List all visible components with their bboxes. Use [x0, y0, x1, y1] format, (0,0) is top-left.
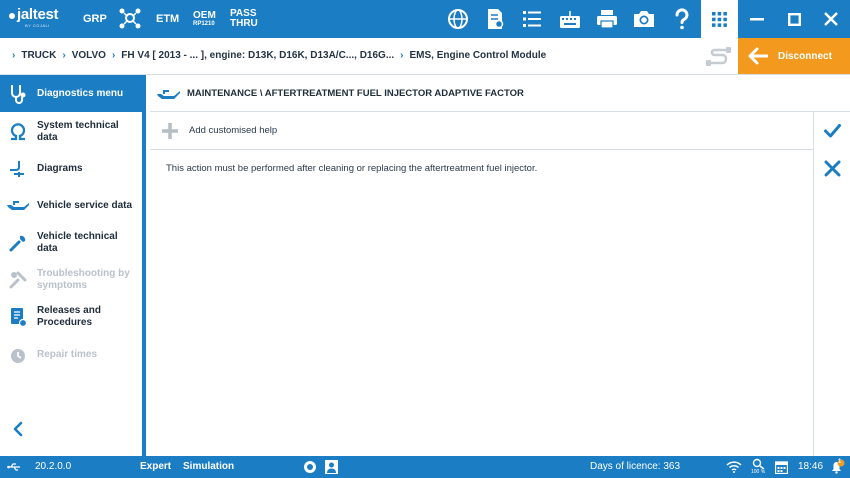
action-column [813, 112, 850, 456]
add-help-label: Add customised help [189, 125, 278, 136]
apps-grid-button[interactable] [701, 0, 738, 38]
cancel-close-icon[interactable] [824, 160, 841, 177]
support-icon[interactable] [303, 460, 317, 474]
status-bar: 20.2.0.0 Expert Simulation Days of licen… [0, 456, 850, 478]
printer-icon[interactable] [595, 7, 619, 31]
version-label: 20.2.0.0 [35, 461, 72, 472]
minimize-button[interactable] [738, 0, 775, 38]
pass-thru-button[interactable]: PASS THRU [230, 0, 258, 38]
disconnect-label: Disconnect [778, 50, 832, 62]
sidebar-item-repair-times: Repair times [0, 349, 142, 365]
sidebar-item-label: Repair times [37, 349, 98, 360]
network-icon[interactable] [118, 6, 142, 30]
camera-icon[interactable] [632, 7, 656, 31]
diagram-icon [10, 161, 24, 177]
procedures-icon [11, 308, 28, 327]
keyboard-icon[interactable] [558, 7, 582, 31]
clock-time: 18:46 [798, 461, 824, 472]
zoom-icon[interactable] [752, 458, 766, 469]
logo-text: jaltest [17, 6, 59, 23]
maximize-icon [788, 13, 801, 26]
oil-can-icon [157, 90, 180, 99]
sidebar-item-troubleshooting: Troubleshooting by symptoms [0, 268, 142, 294]
breadcrumb: › TRUCK › VOLVO › FH V4 [ 2013 - ... ], … [12, 50, 547, 61]
wifi-icon [726, 461, 742, 473]
tools-icon [9, 271, 27, 289]
chevron-left-icon[interactable] [10, 421, 26, 437]
app-logo: jaltest BY COJALI [8, 6, 59, 28]
document-search-icon[interactable] [483, 7, 507, 31]
simulation-label: Simulation [183, 461, 235, 472]
add-customised-help-row[interactable]: Add customised help [150, 112, 813, 150]
breadcrumb-item-model[interactable]: FH V4 [ 2013 - ... ], engine: D13K, D16K… [121, 50, 394, 61]
disconnect-button[interactable]: Disconnect [738, 38, 850, 74]
calendar-icon[interactable] [775, 460, 788, 474]
wrench-icon [9, 235, 26, 252]
sidebar-header-label: Diagnostics menu [37, 88, 124, 99]
omega-icon [10, 123, 26, 141]
diagnostics-menu-icon [11, 85, 26, 104]
sidebar-item-vehicle-service-data[interactable]: Vehicle service data [0, 200, 142, 216]
maximize-button[interactable] [775, 0, 812, 38]
user-icon[interactable] [325, 460, 338, 474]
top-bar: jaltest BY COJALI GRP ETM OEM RP1210 PASS… [0, 0, 850, 38]
sidebar-item-releases-procedures[interactable]: Releases and Procedures [0, 305, 142, 331]
grp-button[interactable]: GRP [83, 0, 107, 38]
close-icon [824, 12, 838, 26]
globe-icon[interactable] [446, 7, 470, 31]
sidebar-item-label: System technical data [37, 120, 119, 143]
breadcrumb-item-truck[interactable]: TRUCK [21, 50, 56, 61]
sidebar-item-label: Vehicle service data [37, 200, 133, 211]
help-icon[interactable] [670, 7, 694, 31]
sidebar-item-label: Troubleshooting by symptoms [37, 268, 130, 291]
page-header: MAINTENANCE \ AFTERTREATMENT FUEL INJECT… [150, 75, 850, 112]
logo-dot-icon [9, 13, 15, 19]
logo-subtext: BY COJALI [25, 23, 50, 28]
sidebar-item-label: Diagrams [37, 163, 83, 174]
usb-icon [7, 463, 20, 471]
list-icon[interactable] [520, 7, 544, 31]
bell-icon[interactable] [829, 459, 845, 475]
connection-status-icon [706, 47, 731, 66]
breadcrumb-item-system[interactable]: EMS, Engine Control Module [410, 50, 547, 61]
close-window-button[interactable] [812, 0, 849, 38]
licence-days: Days of licence: 363 [590, 461, 681, 472]
sidebar-header-diagnostics-menu[interactable]: Diagnostics menu [0, 75, 146, 112]
breadcrumb-item-brand[interactable]: VOLVO [72, 50, 106, 61]
arrow-left-icon [748, 47, 768, 65]
confirm-check-icon[interactable] [824, 124, 841, 138]
procedure-description: This action must be performed after clea… [166, 163, 538, 174]
mode-label: Expert [140, 461, 172, 472]
sidebar: Diagnostics menu System technical data D… [0, 75, 146, 456]
repair-clock-icon [11, 349, 25, 363]
minimize-icon [750, 18, 764, 21]
page-title: MAINTENANCE \ AFTERTREATMENT FUEL INJECT… [187, 88, 524, 99]
notification-badge: 1 [838, 459, 842, 465]
sidebar-item-vehicle-technical-data[interactable]: Vehicle technical data [0, 231, 142, 257]
oil-can-icon [7, 201, 29, 210]
sidebar-item-system-technical-data[interactable]: System technical data [0, 120, 142, 146]
sidebar-item-diagrams[interactable]: Diagrams [0, 161, 142, 179]
oem-button[interactable]: OEM RP1210 [193, 0, 216, 38]
plus-icon [162, 123, 178, 139]
sidebar-item-label: Releases and Procedures [37, 305, 101, 328]
sidebar-item-label: Vehicle technical data [37, 231, 118, 254]
apps-grid-icon [712, 12, 727, 27]
etm-button[interactable]: ETM [156, 0, 179, 38]
zoom-level: 100 % [751, 469, 766, 475]
